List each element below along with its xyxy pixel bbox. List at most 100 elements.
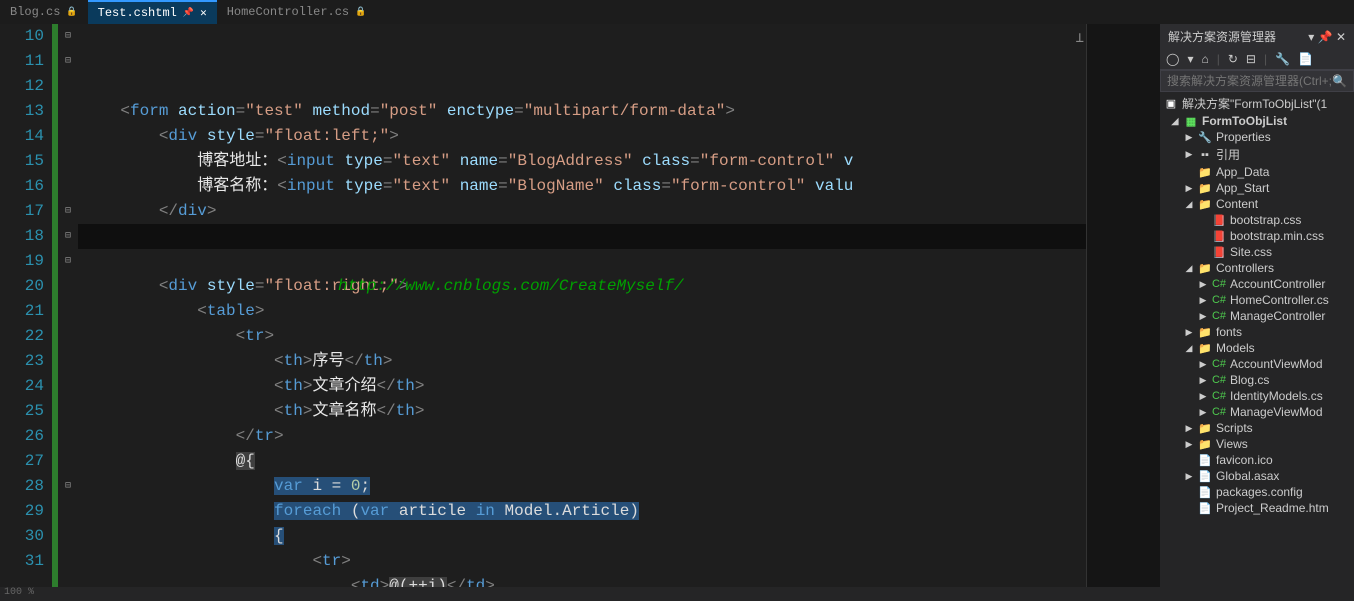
tree-item[interactable]: 📄favicon.ico <box>1160 452 1354 468</box>
code-line[interactable]: <form action="test" method="post" enctyp… <box>82 99 1086 124</box>
code-line[interactable]: <tr> <box>82 549 1086 574</box>
search-box[interactable]: 🔍 <box>1160 70 1354 92</box>
fold-toggle[interactable]: ⊟ <box>58 24 78 49</box>
tree-item[interactable]: ◢📁Models <box>1160 340 1354 356</box>
code-line[interactable]: 博客名称：<input type="text" name="BlogName" … <box>82 174 1086 199</box>
code-line[interactable]: 博客地址：<input type="text" name="BlogAddres… <box>82 149 1086 174</box>
properties-icon[interactable]: 🔧 <box>1275 52 1290 66</box>
back-icon[interactable]: ◯ <box>1166 52 1179 66</box>
chevron-down-icon[interactable]: ◢ <box>1184 199 1194 210</box>
code-line[interactable]: <th>文章介绍</th> <box>82 374 1086 399</box>
code-editor[interactable]: 1011121314151617181920212223242526272829… <box>0 24 1160 587</box>
code-line[interactable]: <table> <box>82 299 1086 324</box>
search-input[interactable] <box>1167 74 1332 88</box>
chevron-right-icon[interactable]: ▶ <box>1198 311 1208 322</box>
fold-toggle[interactable]: ⊟ <box>58 474 78 499</box>
tree-item[interactable]: ▶C#IdentityModels.cs <box>1160 388 1354 404</box>
tree-item[interactable]: ▶C#AccountController <box>1160 276 1354 292</box>
code-line[interactable]: <td>@(++i)</td> <box>82 574 1086 587</box>
code-line[interactable] <box>82 249 1086 274</box>
chevron-right-icon[interactable]: ▶ <box>1198 359 1208 370</box>
collapse-icon[interactable]: ⊟ <box>1246 52 1256 66</box>
code-line[interactable]: { <box>82 524 1086 549</box>
tree-item[interactable]: 📕bootstrap.min.css <box>1160 228 1354 244</box>
tree-item[interactable]: ▶C#Blog.cs <box>1160 372 1354 388</box>
fold-toggle[interactable]: ⊟ <box>58 199 78 224</box>
chevron-down-icon[interactable]: ◢ <box>1184 343 1194 354</box>
tree-item[interactable]: 📕Site.css <box>1160 244 1354 260</box>
chevron-down-icon[interactable]: ◢ <box>1170 116 1180 127</box>
chevron-right-icon[interactable]: ▶ <box>1198 407 1208 418</box>
fold-toggle[interactable]: ⊟ <box>58 224 78 249</box>
chevron-right-icon[interactable]: ▶ <box>1184 132 1194 143</box>
line-number: 25 <box>0 399 44 424</box>
code-line[interactable]: <div style="float:right;"> <box>82 274 1086 299</box>
code-line[interactable]: <tr> <box>82 324 1086 349</box>
chevron-right-icon[interactable]: ▶ <box>1198 375 1208 386</box>
fold-toggle[interactable]: ⊟ <box>58 49 78 74</box>
pin-icon[interactable]: 📌 <box>1318 30 1336 44</box>
code-line[interactable]: foreach (var article in Model.Article) <box>82 499 1086 524</box>
tree-item[interactable]: ▶📁Views <box>1160 436 1354 452</box>
code-line[interactable]: <th>序号</th> <box>82 349 1086 374</box>
chevron-right-icon[interactable]: ▶ <box>1184 327 1194 338</box>
tree-item[interactable]: ▶🔧Properties <box>1160 129 1354 145</box>
solution-node[interactable]: ▣ 解决方案"FormToObjList"(1 <box>1160 94 1354 113</box>
nav-icon[interactable]: ▾ <box>1187 52 1193 66</box>
code-line[interactable]: <th>文章名称</th> <box>82 399 1086 424</box>
close-icon[interactable]: ✕ <box>1336 30 1346 44</box>
tree-item[interactable]: 📄packages.config <box>1160 484 1354 500</box>
fold-toggle <box>58 324 78 349</box>
tree-item[interactable]: ▶C#HomeController.cs <box>1160 292 1354 308</box>
tree-label: ManageViewMod <box>1230 405 1323 419</box>
tree-item[interactable]: ▶📁App_Start <box>1160 180 1354 196</box>
chevron-right-icon[interactable]: ▶ <box>1184 149 1194 160</box>
tree-item[interactable]: ▶▪▪引用 <box>1160 145 1354 164</box>
code-line[interactable]: <div style="float:left;"> <box>82 124 1086 149</box>
tree-item[interactable]: 📁App_Data <box>1160 164 1354 180</box>
tree-item[interactable]: ▶C#AccountViewMod <box>1160 356 1354 372</box>
tab-home[interactable]: HomeController.cs 🔒 <box>217 1 377 23</box>
chevron-right-icon[interactable]: ▶ <box>1184 471 1194 482</box>
chevron-right-icon[interactable]: ▶ <box>1184 183 1194 194</box>
tree-item[interactable]: ▶📄Global.asax <box>1160 468 1354 484</box>
chevron-down-icon[interactable]: ◢ <box>1184 263 1194 274</box>
zoom-level[interactable]: 100 % <box>4 587 34 598</box>
refresh-icon[interactable]: ↻ <box>1228 52 1238 66</box>
tree-item[interactable]: ▶C#ManageViewMod <box>1160 404 1354 420</box>
tree-item[interactable]: ▶📁Scripts <box>1160 420 1354 436</box>
home-icon[interactable]: ⌂ <box>1201 52 1208 66</box>
tree-item[interactable]: ▶📁fonts <box>1160 324 1354 340</box>
solution-tree[interactable]: ▣ 解决方案"FormToObjList"(1 ◢ ▦ FormToObjLis… <box>1160 92 1354 587</box>
show-all-icon[interactable]: 📄 <box>1298 52 1313 66</box>
tree-item[interactable]: ◢📁Controllers <box>1160 260 1354 276</box>
chevron-right-icon[interactable]: ▶ <box>1198 295 1208 306</box>
minimap[interactable] <box>1086 24 1160 587</box>
line-number: 21 <box>0 299 44 324</box>
code-line[interactable]: </div> <box>82 199 1086 224</box>
fold-column[interactable]: ⊟⊟⊟⊟⊟⊟ <box>58 24 78 587</box>
chevron-right-icon[interactable]: ▶ <box>1198 391 1208 402</box>
tree-item[interactable]: 📄Project_Readme.htm <box>1160 500 1354 516</box>
code-line[interactable]: </tr> <box>82 424 1086 449</box>
chevron-right-icon[interactable]: ▶ <box>1184 423 1194 434</box>
line-numbers: 1011121314151617181920212223242526272829… <box>0 24 52 587</box>
code-line[interactable]: @{ <box>82 449 1086 474</box>
close-icon[interactable]: ✕ <box>200 6 207 20</box>
tree-item[interactable]: 📕bootstrap.css <box>1160 212 1354 228</box>
search-icon[interactable]: 🔍 <box>1332 74 1347 88</box>
fold-toggle[interactable]: ⊟ <box>58 249 78 274</box>
dropdown-icon[interactable]: ▾ <box>1308 30 1314 44</box>
line-number: 19 <box>0 249 44 274</box>
code-line[interactable]: var i = 0; <box>82 474 1086 499</box>
chevron-right-icon[interactable]: ▶ <box>1184 439 1194 450</box>
project-node[interactable]: ◢ ▦ FormToObjList <box>1160 113 1354 129</box>
tree-item[interactable]: ◢📁Content <box>1160 196 1354 212</box>
tab-test[interactable]: Test.cshtml 📌 ✕ <box>88 0 217 24</box>
code-content[interactable]: http://www.cnblogs.com/CreateMyself/ <fo… <box>78 24 1086 587</box>
tree-item[interactable]: ▶C#ManageController <box>1160 308 1354 324</box>
tab-blog[interactable]: Blog.cs 🔒 <box>0 1 88 23</box>
css-icon: 📕 <box>1212 229 1226 243</box>
chevron-right-icon[interactable]: ▶ <box>1198 279 1208 290</box>
split-handle-icon[interactable]: ⊥ <box>1076 30 1084 47</box>
